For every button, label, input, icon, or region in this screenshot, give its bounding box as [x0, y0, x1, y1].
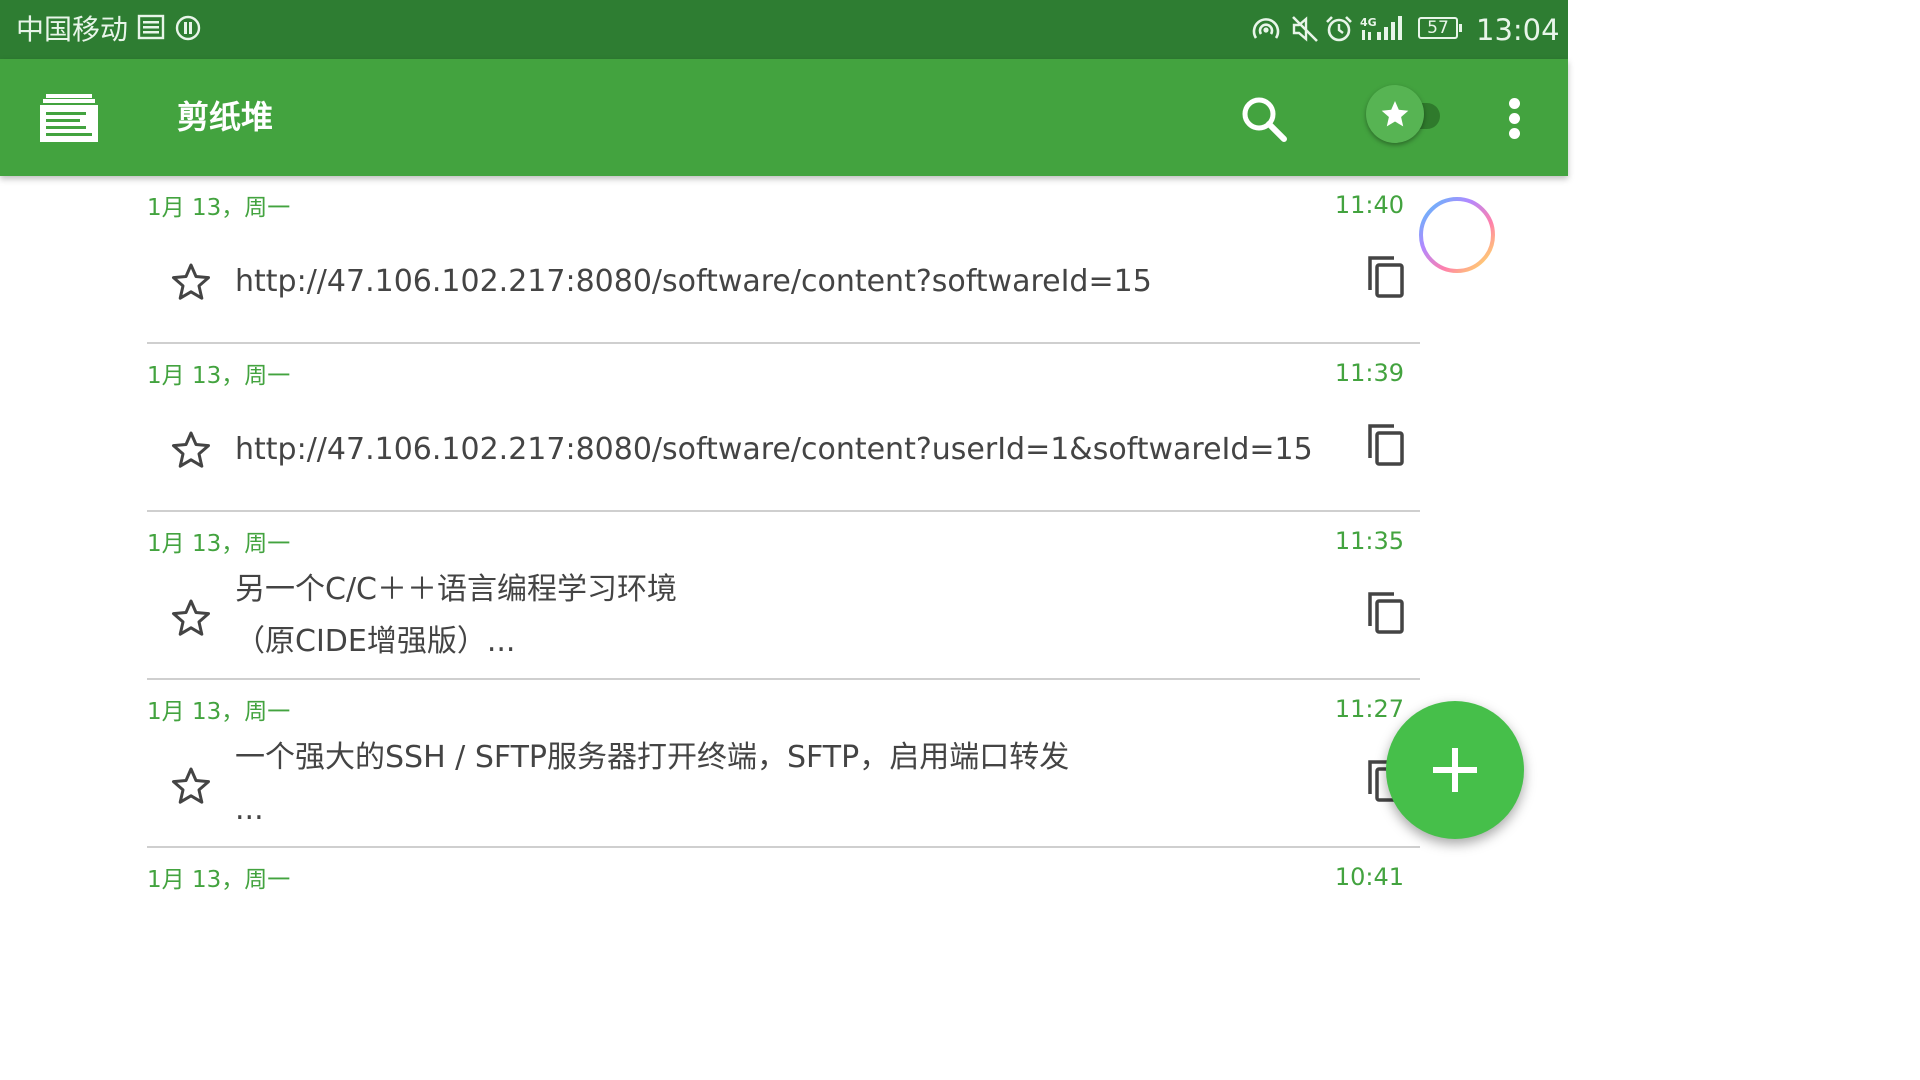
item-text: http://47.106.102.217:8080/software/cont… [235, 264, 1152, 299]
loading-ring-icon [1419, 197, 1495, 273]
item-text: http://47.106.102.217:8080/software/cont… [235, 432, 1313, 467]
star-icon [1381, 101, 1409, 127]
item-text: 另一个C/C＋＋语言编程学习环境 （原CIDE增强版）... [235, 572, 678, 659]
star-outline-icon[interactable] [171, 262, 211, 302]
starred-filter-toggle[interactable] [1366, 85, 1442, 145]
plus-icon [1433, 748, 1477, 792]
copy-icon[interactable] [1366, 254, 1406, 300]
more-vert-icon[interactable] [1498, 95, 1532, 143]
add-clip-button[interactable] [1386, 701, 1524, 839]
notification-icon [175, 15, 201, 41]
item-date: 1月 13，周一 [147, 531, 291, 557]
message-icon [137, 14, 165, 40]
battery-icon: 57 [1418, 17, 1462, 39]
copy-icon[interactable] [1366, 422, 1406, 468]
item-time: 11:35 [1334, 527, 1404, 555]
item-date: 1月 13，周一 [147, 867, 291, 893]
signal-4g-icon: 4G [1360, 16, 1402, 40]
item-time: 11:40 [1334, 191, 1404, 219]
toolbar: 剪纸堆 [0, 59, 1568, 176]
clip-list: 1月 13，周一 11:40 http://47.106.102.217:808… [0, 176, 1568, 893]
mute-icon [1292, 16, 1318, 42]
alarm-icon [1326, 16, 1352, 42]
toggle-thumb [1366, 85, 1424, 143]
item-text: 一个强大的SSH / SFTP服务器打开终端，SFTP，启用端口转发 ... [235, 740, 1070, 827]
status-time: 13:04 [1476, 13, 1560, 47]
status-bar: 中国移动 4G 57 13:04 [0, 0, 1568, 59]
item-time: 10:41 [1334, 863, 1404, 891]
battery-level: 57 [1427, 18, 1449, 38]
list-item[interactable]: 1月 13，周一 11:39 http://47.106.102.217:808… [147, 344, 1420, 512]
star-outline-icon[interactable] [171, 766, 211, 806]
list-item[interactable]: 1月 13，周一 11:27 一个强大的SSH / SFTP服务器打开终端，SF… [147, 680, 1420, 848]
list-item[interactable]: 1月 13，周一 11:35 另一个C/C＋＋语言编程学习环境 （原CIDE增强… [147, 512, 1420, 680]
app-logo-icon [40, 94, 98, 142]
item-date: 1月 13，周一 [147, 195, 291, 221]
list-item[interactable]: 1月 13，周一 10:41 [147, 848, 1420, 1016]
carrier-name: 中国移动 [16, 13, 129, 46]
app-title: 剪纸堆 [177, 98, 274, 136]
item-time: 11:27 [1334, 695, 1404, 723]
svg-text:4G: 4G [1360, 16, 1377, 29]
star-outline-icon[interactable] [171, 598, 211, 638]
search-icon[interactable] [1240, 95, 1288, 143]
copy-icon[interactable] [1366, 590, 1406, 636]
list-item[interactable]: 1月 13，周一 11:40 http://47.106.102.217:808… [147, 176, 1420, 344]
star-outline-icon[interactable] [171, 430, 211, 470]
item-time: 11:39 [1334, 359, 1404, 387]
hotspot-icon [1252, 18, 1280, 39]
item-date: 1月 13，周一 [147, 699, 291, 725]
item-date: 1月 13，周一 [147, 363, 291, 389]
